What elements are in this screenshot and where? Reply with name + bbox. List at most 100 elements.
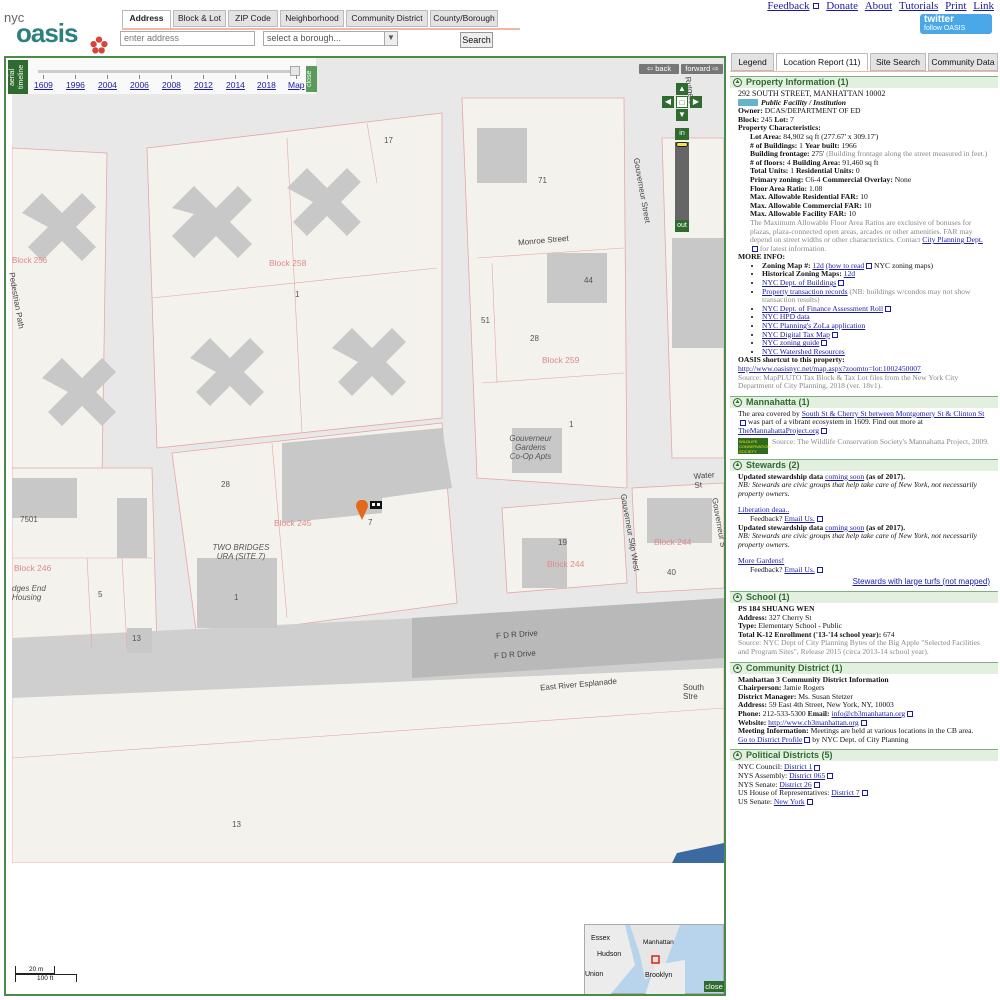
overview-brooklyn: Brooklyn [645, 972, 673, 979]
feedback-link[interactable]: Feedback [767, 0, 809, 12]
overview-close-button[interactable]: close [704, 981, 724, 992]
twitter-follow-button[interactable]: twitter follow OASIS [920, 14, 992, 34]
label-bridges-end-housing: dges End Housing [12, 584, 46, 602]
search-button[interactable]: Search [460, 32, 493, 48]
collapse-icon[interactable]: ▲ [733, 593, 742, 603]
year-2014-link[interactable]: 2014 [226, 80, 245, 90]
section-cd-header[interactable]: ▲ Community District (1) [730, 661, 998, 674]
tab-community-district[interactable]: Community District [346, 10, 428, 27]
overview-map[interactable]: Essex Hudson Manhattan Brooklyn Union [584, 924, 724, 994]
section-political-header[interactable]: ▲ Political Districts (5) [730, 749, 998, 762]
us-senate-link[interactable]: New York [774, 797, 805, 806]
forward-button[interactable]: forward ⇨ [681, 64, 723, 74]
tab-address[interactable]: Address [122, 10, 171, 29]
property-source: Source: MapPLUTO Tax Block & Tax Lot fil… [738, 372, 959, 391]
zoom-slider-track[interactable] [675, 142, 689, 220]
tab-block-lot[interactable]: Block & Lot [173, 10, 226, 27]
timeline-tick [296, 75, 297, 79]
address-input[interactable]: enter address [120, 31, 255, 46]
collapse-icon[interactable]: ▲ [733, 751, 742, 761]
timeline-tick [75, 75, 76, 79]
collapse-icon[interactable]: ▲ [733, 397, 742, 407]
external-link-icon [885, 306, 892, 313]
pan-right-icon[interactable]: ▶ [690, 96, 702, 108]
map-link[interactable]: Map [288, 80, 305, 90]
year-2006-link[interactable]: 2006 [130, 80, 149, 90]
tab-county-borough[interactable]: County/Borough [430, 10, 498, 27]
section-mannahatta-header[interactable]: ▲ Mannahatta (1) [730, 395, 998, 408]
pan-center-icon[interactable]: □ [676, 96, 688, 108]
tab-site-search[interactable]: Site Search [870, 53, 926, 71]
house-link[interactable]: District 7 [831, 788, 859, 797]
timeline-slider-track[interactable] [38, 70, 298, 73]
logo-oasis-text: oasis [16, 18, 78, 48]
mannahatta-project-link[interactable]: TheMannahattaProject.org [738, 426, 819, 435]
section-property-header[interactable]: ▲ Property Information (1) [730, 76, 998, 88]
shortcut-link[interactable]: http://www.oasisnyc.net/map.aspx?zoomto=… [738, 364, 921, 373]
historical-zoning-link[interactable]: 12d [844, 269, 855, 279]
tab-legend[interactable]: Legend [731, 53, 774, 71]
external-link-icon [821, 428, 828, 435]
year-2018-link[interactable]: 2018 [257, 80, 276, 90]
collapse-icon[interactable]: ▲ [733, 663, 742, 673]
district-profile-link[interactable]: Go to District Profile [738, 735, 802, 744]
tab-neighborhood[interactable]: Neighborhood [280, 10, 344, 27]
year-2004-link[interactable]: 2004 [98, 80, 117, 90]
tutorials-link[interactable]: Tutorials [899, 0, 938, 12]
overview-essex: Essex [591, 935, 611, 942]
timeline-slider-thumb[interactable] [290, 66, 300, 76]
year-2012-link[interactable]: 2012 [194, 80, 213, 90]
pan-up-icon[interactable]: ▲ [676, 83, 688, 95]
label-pedestrian-path: Pedestrian Path [7, 271, 26, 330]
overview-manhattan: Manhattan [643, 939, 674, 946]
external-link-icon [861, 790, 868, 797]
external-link-icon [740, 419, 746, 426]
map-viewport[interactable]: Block 258 Block 259 Block 245 Block 244 … [4, 56, 726, 996]
collapse-icon[interactable]: ▲ [733, 78, 742, 87]
label-gouverneur-gardens: Gouverneur Gardens Co-Op Apts [503, 434, 558, 461]
large-turfs-link[interactable]: Stewards with large turfs (not mapped) [853, 577, 990, 586]
stewards-nb-2: NB: Stewards are civic groups that help … [738, 531, 978, 549]
about-link[interactable]: About [865, 0, 893, 12]
year-2008-link[interactable]: 2008 [162, 80, 181, 90]
label-block-244a: Block 244 [654, 537, 692, 547]
section-stewards-header[interactable]: ▲ Stewards (2) [730, 458, 998, 471]
timeline-tick [267, 75, 268, 79]
back-button[interactable]: ⇦ back [639, 64, 679, 74]
lot-28a: 28 [530, 334, 539, 343]
section-political-title: Political Districts (5) [746, 750, 833, 761]
tab-community-data[interactable]: Community Data [928, 53, 998, 71]
tab-zip-code[interactable]: ZIP Code [228, 10, 278, 27]
zoom-out-button[interactable]: out [675, 220, 689, 232]
email-us-link-2[interactable]: Email Us. [784, 565, 814, 574]
lot-51: 51 [481, 316, 490, 325]
back-label: back [655, 64, 672, 73]
collapse-icon[interactable]: ▲ [733, 460, 742, 470]
tab-location-report[interactable]: Location Report (11) [776, 53, 868, 71]
borough-select[interactable]: select a borough... ▼ [263, 31, 398, 46]
oasis-logo[interactable]: nyc oasis [4, 10, 112, 54]
overview-hudson: Hudson [597, 951, 622, 958]
chevron-down-icon[interactable]: ▼ [384, 32, 397, 45]
school-source: Source: NYC Dept of City Planning Bytes … [738, 638, 980, 657]
forward-label: forward [685, 64, 711, 73]
timeline-tick [43, 75, 44, 79]
section-school-header[interactable]: ▲ School (1) [730, 591, 998, 604]
print-link[interactable]: Print [945, 0, 966, 12]
donate-link[interactable]: Donate [826, 0, 858, 12]
external-link-icon [827, 773, 834, 780]
zoom-slider-thumb[interactable] [676, 142, 688, 147]
lot-71: 71 [538, 176, 547, 185]
pan-left-icon[interactable]: ◀ [662, 96, 674, 108]
year-1996-link[interactable]: 1996 [66, 80, 85, 90]
pan-down-icon[interactable]: ▼ [676, 109, 688, 121]
label-two-bridges-line2: URA (SITE 7) [216, 552, 266, 561]
timeline-close-button[interactable]: close [306, 66, 317, 92]
city-planning-link[interactable]: City Planning Dept. [922, 235, 983, 244]
location-marker-icon[interactable] [356, 500, 386, 522]
aerial-timeline-tab[interactable]: aerial timeline [8, 60, 28, 94]
year-1609-link[interactable]: 1609 [34, 80, 53, 90]
zoom-in-button[interactable]: in [675, 128, 689, 140]
lot-28b: 28 [221, 480, 230, 489]
link-link[interactable]: Link [973, 0, 994, 12]
